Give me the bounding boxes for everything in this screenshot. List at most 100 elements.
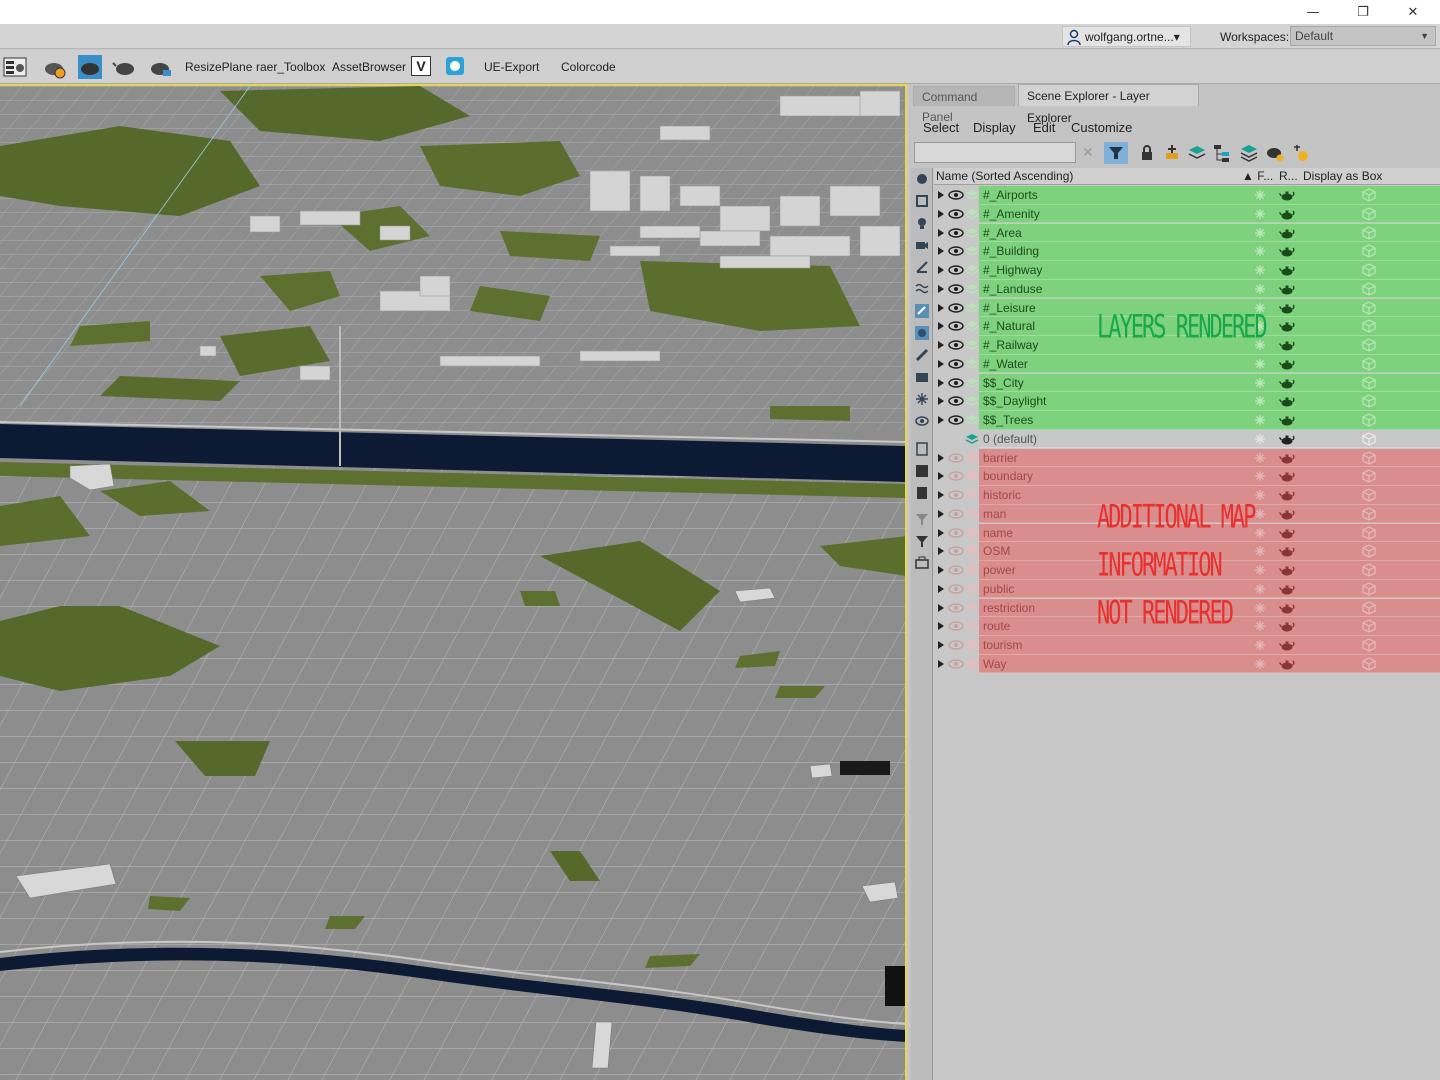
render-teapot-icon[interactable] [1278,638,1295,652]
expand-arrow-icon[interactable] [938,622,944,631]
layer-row[interactable]: 0 (default) [934,430,1440,449]
layer-row[interactable]: boundary [934,467,1440,486]
grid-settings-icon[interactable] [2,54,28,80]
render-teapot-icon[interactable] [1278,601,1295,615]
menu-edit[interactable]: Edit [1033,120,1055,135]
layer-row[interactable]: #_Highway [934,261,1440,280]
add-layer-icon[interactable] [1162,143,1182,163]
freeze-snowflake-icon[interactable] [1254,433,1266,445]
v-button[interactable]: V [411,56,431,76]
expand-arrow-icon[interactable] [938,191,944,199]
workspace-select[interactable]: Default ▼ [1290,26,1436,46]
freeze-snowflake-icon[interactable] [1254,489,1266,501]
visibility-eye-icon[interactable] [948,602,964,614]
render-teapot-icon[interactable] [1278,451,1295,465]
colorcode-button[interactable]: Colorcode [561,60,616,74]
lock-icon[interactable] [1137,143,1157,163]
layer-row[interactable]: #_Landuse [934,279,1440,299]
render-teapot-icon[interactable] [1278,469,1295,483]
visibility-eye-icon[interactable] [948,452,964,464]
square-icon[interactable] [915,464,929,478]
display-box-icon[interactable] [1362,319,1376,333]
cameras-filter-icon[interactable] [915,238,929,252]
visibility-eye-icon[interactable] [948,489,964,501]
display-box-icon[interactable] [1362,469,1376,483]
render-teapot-icon[interactable] [1278,619,1295,633]
render-teapot-icon[interactable] [1278,226,1295,240]
shapes-filter-icon[interactable] [915,194,929,208]
display-box-icon[interactable] [1362,375,1376,390]
render-teapot-icon[interactable] [1278,357,1295,371]
visibility-eye-icon[interactable] [948,414,964,426]
display-box-icon[interactable] [1362,282,1376,296]
layer-row[interactable]: $$_City [934,373,1440,393]
display-box-icon[interactable] [1362,657,1376,671]
close-button[interactable]: ✕ [1388,0,1438,24]
display-box-icon[interactable] [1362,525,1376,540]
visibility-eye-icon[interactable] [948,639,964,651]
menu-select[interactable]: Select [923,120,959,135]
freeze-snowflake-icon[interactable] [1254,620,1266,632]
expand-arrow-icon[interactable] [938,266,944,274]
search-input[interactable] [914,142,1076,163]
layer-row[interactable]: tourism [934,636,1440,655]
visibility-eye-icon[interactable] [948,227,964,239]
tab-scene-explorer[interactable]: Scene Explorer - Layer Explorer [1018,84,1199,125]
freeze-snowflake-icon[interactable] [1254,264,1266,276]
expand-arrow-icon[interactable] [938,659,944,668]
display-box-icon[interactable] [1362,488,1376,502]
visibility-eye-icon[interactable] [948,564,964,576]
expand-arrow-icon[interactable] [938,322,944,331]
filter-off-icon[interactable] [915,512,929,526]
hidden-filter-icon[interactable] [915,414,929,428]
visibility-eye-icon[interactable] [948,208,964,220]
visibility-eye-icon[interactable] [948,527,964,539]
display-box-icon[interactable] [1362,432,1376,446]
freeze-snowflake-icon[interactable] [1254,639,1266,651]
visibility-eye-icon[interactable] [948,189,964,201]
cube-badge-icon[interactable] [445,56,465,76]
visibility-eye-icon[interactable] [948,283,964,295]
display-box-icon[interactable] [1362,263,1376,277]
render-teapot-icon[interactable] [1278,394,1295,408]
expand-arrow-icon[interactable] [938,584,944,593]
display-box-icon[interactable] [1362,207,1376,221]
toolbox-icon[interactable] [915,556,929,570]
expand-arrow-icon[interactable] [938,397,944,406]
lights-filter-icon[interactable] [915,216,929,230]
expand-arrow-icon[interactable] [938,509,944,518]
freeze-snowflake-icon[interactable] [1254,545,1266,557]
visibility-eye-icon[interactable] [948,470,964,482]
list-icon[interactable] [915,486,929,500]
freeze-snowflake-icon[interactable] [1254,227,1266,239]
freeze-snowflake-icon[interactable] [1254,414,1266,426]
display-box-icon[interactable] [1362,563,1376,577]
display-box-icon[interactable] [1362,244,1376,258]
freeze-snowflake-icon[interactable] [1254,208,1266,220]
teapot-icon[interactable] [112,54,138,80]
layer-row[interactable]: $$_Daylight [934,392,1440,411]
xrefs-filter-icon[interactable] [915,326,929,340]
freeze-snowflake-icon[interactable] [1254,564,1266,576]
freeze-snowflake-icon[interactable] [1254,395,1266,407]
teapot-export-icon[interactable] [147,54,173,80]
expand-arrow-icon[interactable] [938,547,944,556]
render-teapot-icon[interactable] [1278,432,1295,446]
display-box-icon[interactable] [1362,450,1376,465]
display-box-icon[interactable] [1362,638,1376,652]
containers-filter-icon[interactable] [915,370,929,384]
expand-arrow-icon[interactable] [938,284,944,293]
frozen-filter-icon[interactable] [915,392,929,406]
freeze-snowflake-icon[interactable] [1254,602,1266,614]
menu-display[interactable]: Display [973,120,1016,135]
visibility-eye-icon[interactable] [948,245,964,257]
visibility-eye-icon[interactable] [948,358,964,370]
render-teapot-icon[interactable] [1278,319,1295,333]
column-render-header[interactable]: R... [1279,169,1298,183]
layer-row[interactable]: #_Area [934,223,1440,243]
expand-arrow-icon[interactable] [938,341,944,349]
expand-arrow-icon[interactable] [938,247,944,256]
expand-arrow-icon[interactable] [938,378,944,387]
teapot-render-icon[interactable] [77,54,103,80]
layer-row[interactable]: barrier [934,448,1440,468]
